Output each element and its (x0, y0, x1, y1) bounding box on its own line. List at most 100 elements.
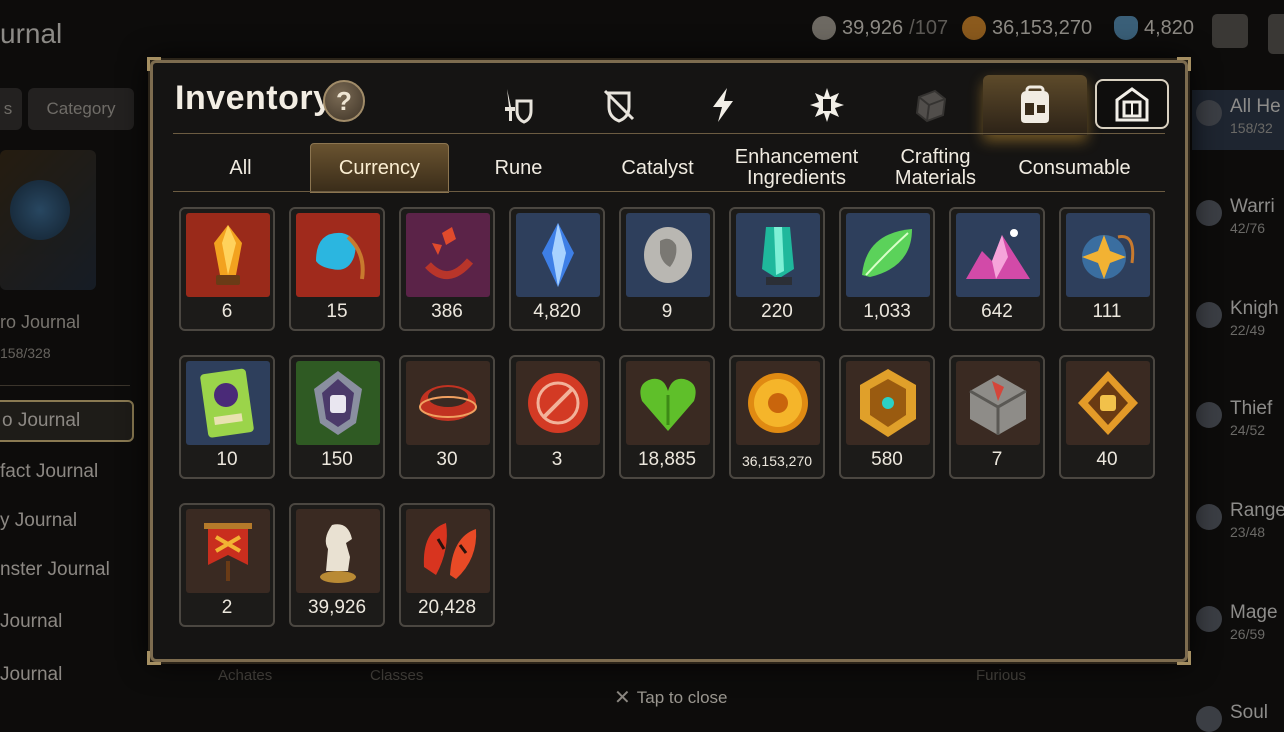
item-quantity: 220 (761, 301, 793, 322)
tab-artifact[interactable] (775, 75, 879, 135)
inventory-slot[interactable]: 30 (399, 355, 495, 479)
tap-to-close[interactable]: ✕ Tap to close (614, 685, 728, 710)
resource-value: 39,926 (842, 16, 904, 39)
journal-card-image (0, 150, 96, 290)
green-heart-icon (626, 361, 710, 445)
red-ring-icon (406, 361, 490, 445)
nav-item[interactable]: Journal (0, 601, 134, 643)
close-icon: ✕ (614, 687, 631, 709)
inventory-slot[interactable]: 4,820 (509, 207, 605, 331)
inventory-slot[interactable]: 111 (1059, 207, 1155, 331)
resource-gold: 36,153,270 (962, 16, 1092, 40)
left-tab[interactable]: s (0, 88, 22, 130)
item-quantity: 39,926 (307, 597, 367, 618)
bottom-label: Furious (976, 667, 1027, 684)
inventory-slot[interactable]: 386 (399, 207, 495, 331)
class-filter-mage[interactable]: Mage 26/59 (1196, 602, 1278, 642)
frame-corner (1177, 57, 1191, 71)
inventory-modal: Inventory ? All Currency Rune Catalyst E… (147, 57, 1191, 665)
inventory-slot[interactable]: 6 (179, 207, 275, 331)
help-button[interactable]: ? (323, 80, 365, 122)
divider (0, 385, 130, 386)
nav-item[interactable]: y Journal (0, 500, 134, 542)
journal-count: 158/328 (0, 345, 51, 361)
inventory-slot[interactable]: 150 (289, 355, 385, 479)
blue-pendant-icon (296, 213, 380, 297)
nav-item[interactable]: Journal (0, 654, 134, 696)
silver-horse-icon (296, 509, 380, 593)
item-quantity: 18,885 (637, 449, 697, 470)
inventory-slot[interactable]: 10 (179, 355, 275, 479)
nav-item[interactable]: nster Journal (0, 549, 134, 591)
inventory-slot[interactable]: 39,926 (289, 503, 385, 627)
tab-no-gear[interactable] (567, 75, 671, 135)
tab-equipment[interactable] (463, 75, 567, 135)
subtab-enhancement-ingredients[interactable]: Enhancement Ingredients (727, 143, 866, 193)
class-count: 22/49 (1230, 322, 1266, 338)
class-name: All He (1230, 96, 1281, 117)
resource-horse-tokens: 39,926 /107 (812, 16, 948, 40)
inventory-slot[interactable]: 18,885 (619, 355, 715, 479)
frame-corner (147, 651, 161, 665)
shop-icon[interactable] (1212, 14, 1248, 48)
inventory-slot[interactable]: 7 (949, 355, 1045, 479)
inventory-slot[interactable]: 220 (729, 207, 825, 331)
inventory-slot[interactable]: 3 (509, 355, 605, 479)
item-quantity: 40 (1096, 449, 1118, 470)
red-banner-icon (186, 509, 270, 593)
summon-card-icon (186, 361, 270, 445)
menu-icon[interactable] (1268, 14, 1284, 54)
inventory-slot[interactable]: 1,033 (839, 207, 935, 331)
resource-suffix: /107 (909, 16, 949, 39)
item-quantity: 7 (991, 449, 1003, 470)
subtab-crafting-materials[interactable]: Crafting Materials (866, 143, 1005, 193)
resource-value: 4,820 (1144, 16, 1195, 39)
inventory-slot[interactable]: 9 (619, 207, 715, 331)
inventory-slot[interactable]: 2 (179, 503, 275, 627)
bag-icon (1021, 85, 1049, 123)
soul-icon (1196, 706, 1222, 732)
warrior-icon (1196, 200, 1222, 226)
inventory-slot[interactable]: 40 (1059, 355, 1155, 479)
inventory-slot[interactable]: 15 (289, 207, 385, 331)
ranger-icon (1196, 504, 1222, 530)
tab-bag[interactable] (983, 75, 1087, 135)
subtab-rune[interactable]: Rune (449, 143, 588, 193)
inventory-slot[interactable]: 580 (839, 355, 935, 479)
horse-token-icon (812, 16, 836, 40)
no-shield-icon (603, 89, 635, 123)
inventory-slot[interactable]: 36,153,270 (729, 355, 825, 479)
gold-shield-icon (846, 361, 930, 445)
knight-icon (1196, 302, 1222, 328)
subtab-catalyst[interactable]: Catalyst (588, 143, 727, 193)
fist-emblem-icon (296, 361, 380, 445)
item-quantity: 9 (661, 301, 673, 322)
red-ring-charm-icon (406, 213, 490, 297)
item-quantity: 111 (1092, 301, 1122, 322)
left-tab-category[interactable]: Category (28, 88, 134, 130)
subtab-currency[interactable]: Currency (310, 143, 449, 193)
subtab-all[interactable]: All (171, 143, 310, 193)
inventory-slot[interactable]: 642 (949, 207, 1045, 331)
nav-item[interactable]: fact Journal (0, 451, 134, 493)
blue-crystal-icon (1114, 16, 1138, 40)
class-filter-knight[interactable]: Knigh 22/49 (1196, 298, 1279, 338)
subtab-consumable[interactable]: Consumable (1005, 143, 1144, 193)
nav-item[interactable]: o Journal (0, 400, 134, 442)
class-filter-warrior[interactable]: Warri 42/76 (1196, 196, 1275, 236)
tab-lightning[interactable] (671, 75, 775, 135)
item-quantity: 386 (431, 301, 463, 322)
item-quantity: 1,033 (863, 301, 911, 322)
tab-box[interactable] (879, 75, 983, 135)
inventory-slot[interactable]: 20,428 (399, 503, 495, 627)
class-filter-all[interactable]: All He 158/32 (1196, 96, 1281, 136)
stone-cube-icon (956, 361, 1040, 445)
class-count: 24/52 (1230, 422, 1266, 438)
class-count: 23/48 (1230, 524, 1266, 540)
orange-crystal-icon (186, 213, 270, 297)
class-filter-soul[interactable]: Soul (1196, 702, 1268, 732)
tab-storage[interactable] (1095, 79, 1169, 129)
background-title: urnal (0, 18, 63, 49)
class-filter-ranger[interactable]: Range 23/48 (1196, 500, 1284, 540)
class-filter-thief[interactable]: Thief 24/52 (1196, 398, 1272, 438)
